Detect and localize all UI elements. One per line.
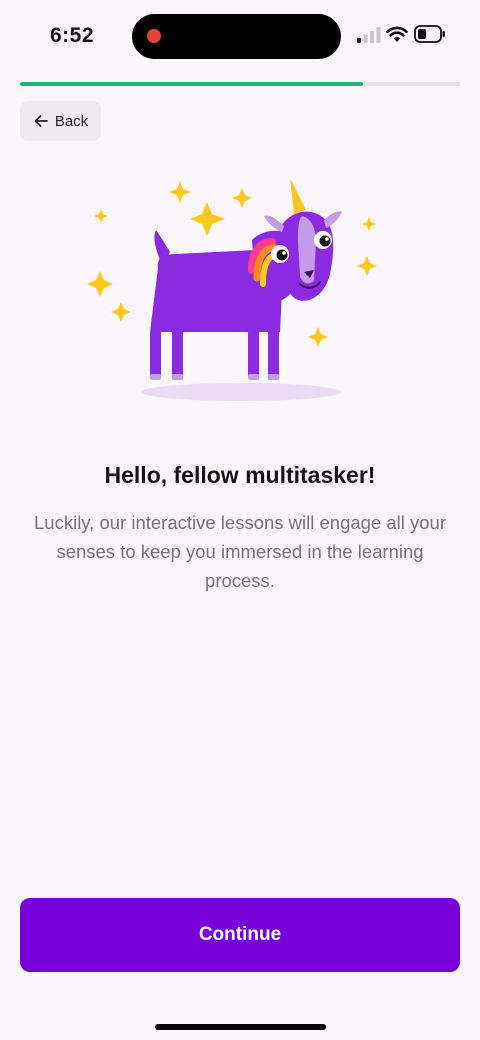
status-bar: 6:52 <box>0 0 480 72</box>
dynamic-island <box>132 14 341 59</box>
recording-indicator <box>147 29 161 43</box>
unicorn-goat-illustration <box>87 178 377 401</box>
home-indicator <box>155 1024 326 1030</box>
sparkle-icon <box>87 271 113 297</box>
sparkle-icon <box>232 188 252 208</box>
goat-back-legs <box>150 330 183 378</box>
sparkle-icon <box>111 302 131 322</box>
sparkle-icon <box>362 217 376 231</box>
unicorn-horn-icon <box>290 178 306 214</box>
sparkle-icon <box>94 209 108 223</box>
sparkle-icon <box>169 181 191 203</box>
battery-icon <box>414 25 445 43</box>
sparkle-icon <box>190 202 225 236</box>
ground-shadow <box>141 383 341 401</box>
goat-hooves <box>150 374 279 380</box>
wifi-icon <box>386 26 408 42</box>
goat-ear-left <box>264 215 284 232</box>
status-time: 6:52 <box>50 24 95 47</box>
sparkle-icon <box>357 256 377 276</box>
arrow-left-icon <box>34 115 48 127</box>
goat-ear-right <box>324 211 342 228</box>
description-text: Luckily, our interactive lessons will en… <box>34 512 446 591</box>
back-button[interactable]: Back <box>20 101 101 141</box>
continue-button[interactable]: Continue <box>20 898 460 972</box>
back-button-label: Back <box>54 112 89 130</box>
cellular-signal-icon <box>357 27 381 43</box>
progress-fill <box>20 82 364 86</box>
progress-bar <box>20 82 460 86</box>
goat-front-legs <box>248 330 279 378</box>
sparkle-icon <box>308 327 328 347</box>
page-title: Hello, fellow multitasker! <box>104 462 376 488</box>
